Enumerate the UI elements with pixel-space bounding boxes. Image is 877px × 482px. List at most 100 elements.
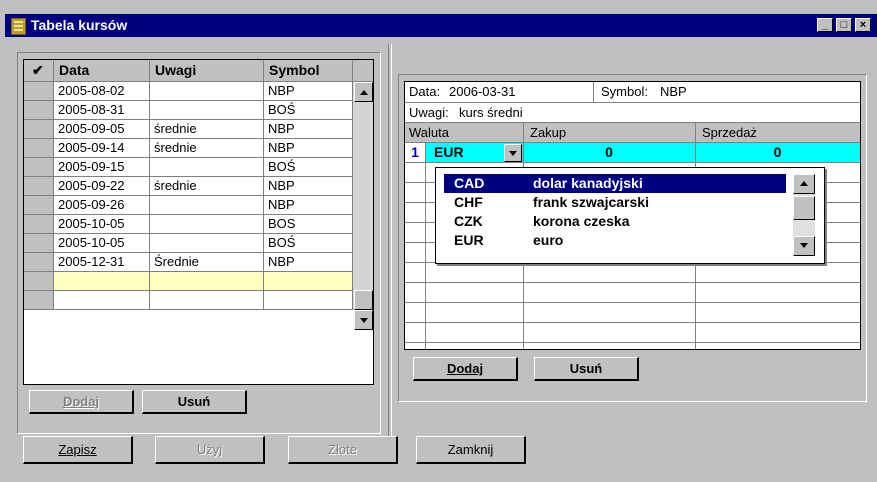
symbol-cell[interactable]: NBP [264, 120, 353, 139]
symbol-value[interactable]: NBP [660, 84, 687, 99]
date-cell[interactable]: 2005-09-15 [54, 158, 150, 177]
notes-cell[interactable] [150, 158, 264, 177]
empty-cell [150, 291, 264, 310]
table-row[interactable]: 2005-08-31 BOŚ [24, 101, 353, 120]
arrow-down-icon [800, 243, 808, 248]
zlote-button[interactable]: Złote [288, 436, 398, 464]
currency-dropdown-list[interactable]: CAD dolar kanadyjski CHF frank szwajcarski… [435, 167, 825, 264]
date-cell[interactable]: 2005-09-22 [54, 177, 150, 196]
notes-column-header[interactable]: Uwagi [150, 60, 264, 82]
save-button[interactable]: Zapisz [23, 436, 133, 464]
symbol-cell[interactable]: NBP [264, 196, 353, 215]
sell-column-header[interactable]: Sprzedaż [702, 125, 757, 140]
symbol-cell[interactable]: BOŚ [264, 101, 353, 120]
new-symbol-cell[interactable] [264, 272, 353, 291]
row-selector[interactable] [24, 253, 54, 272]
date-cell[interactable]: 2005-08-31 [54, 101, 150, 120]
add-currency-button[interactable]: Dodaj [413, 357, 518, 381]
notes-cell[interactable]: Średnie [150, 253, 264, 272]
row-selector[interactable] [24, 82, 54, 101]
symbol-column-header[interactable]: Symbol [264, 60, 353, 82]
dropdown-item[interactable]: CAD dolar kanadyjski [444, 174, 786, 193]
row-selector[interactable] [24, 101, 54, 120]
table-row[interactable]: 2005-09-14 średnie NBP [24, 139, 353, 158]
minimize-button[interactable]: _ [817, 18, 833, 32]
currency-combo-value[interactable]: EUR [434, 144, 464, 160]
dropdown-scroll-up[interactable] [793, 174, 815, 194]
row-selector[interactable] [24, 215, 54, 234]
new-date-cell[interactable] [54, 272, 150, 291]
row-selector[interactable] [24, 139, 54, 158]
empty-cell [264, 291, 353, 310]
notes-cell[interactable] [150, 101, 264, 120]
rates-grid-scrollbar[interactable] [353, 82, 373, 310]
notes-cell[interactable] [150, 234, 264, 253]
new-row[interactable] [24, 272, 353, 291]
date-cell[interactable]: 2005-10-05 [54, 234, 150, 253]
table-row[interactable]: 2005-09-22 średnie NBP [24, 177, 353, 196]
row-selector[interactable] [24, 196, 54, 215]
date-cell[interactable]: 2005-09-14 [54, 139, 150, 158]
maximize-button[interactable]: □ [836, 18, 852, 32]
symbol-cell[interactable]: NBP [264, 82, 353, 101]
table-row[interactable]: 2005-10-05 BOS [24, 215, 353, 234]
row-selector[interactable] [24, 177, 54, 196]
notes-cell[interactable]: średnie [150, 139, 264, 158]
new-notes-cell[interactable] [150, 272, 264, 291]
notes-cell[interactable] [150, 82, 264, 101]
add-rate-table-button[interactable]: Dodaj [29, 390, 134, 414]
table-row[interactable]: 2005-09-15 BOŚ [24, 158, 353, 177]
close-dialog-button[interactable]: Zamknij [416, 436, 526, 464]
date-cell[interactable]: 2005-12-31 [54, 253, 150, 272]
table-row[interactable]: 2005-08-02 NBP [24, 82, 353, 101]
dropdown-item[interactable]: CHF frank szwajcarski [444, 193, 786, 212]
date-column-header[interactable]: Data [54, 60, 150, 82]
currency-dropdown-button[interactable] [504, 144, 522, 162]
symbol-cell[interactable]: BOS [264, 215, 353, 234]
table-row[interactable]: 2005-12-31 Średnie NBP [24, 253, 353, 272]
selected-rate-row[interactable]: 1 EUR 0 0 [405, 143, 860, 163]
delete-rate-table-button[interactable]: Usuń [142, 390, 247, 414]
date-cell[interactable]: 2005-08-02 [54, 82, 150, 101]
dropdown-scroll-thumb[interactable] [793, 196, 815, 220]
row-selector[interactable] [24, 272, 54, 291]
date-cell[interactable]: 2005-09-26 [54, 196, 150, 215]
dropdown-scrollbar[interactable] [793, 174, 815, 256]
scroll-down-button[interactable] [354, 310, 373, 330]
date-cell[interactable]: 2005-09-05 [54, 120, 150, 139]
symbol-cell[interactable]: NBP [264, 139, 353, 158]
table-row[interactable]: 2005-10-05 BOŚ [24, 234, 353, 253]
close-button[interactable]: × [855, 18, 871, 32]
delete-currency-button[interactable]: Usuń [534, 357, 639, 381]
window-title: Tabela kursów [31, 17, 128, 33]
dropdown-scroll-down[interactable] [793, 236, 815, 256]
symbol-cell[interactable]: NBP [264, 253, 353, 272]
buy-column-header[interactable]: Zakup [530, 125, 566, 140]
sell-value[interactable]: 0 [695, 144, 860, 160]
row-selector[interactable] [24, 120, 54, 139]
notes-value[interactable]: kurs średni [459, 105, 523, 120]
row-selector[interactable] [24, 234, 54, 253]
notes-cell[interactable]: średnie [150, 177, 264, 196]
date-value[interactable]: 2006-03-31 [449, 84, 516, 99]
symbol-cell[interactable]: BOŚ [264, 234, 353, 253]
symbol-cell[interactable]: NBP [264, 177, 353, 196]
scroll-thumb[interactable] [354, 290, 373, 310]
notes-label: Uwagi: [409, 105, 449, 120]
buy-value[interactable]: 0 [523, 144, 695, 160]
row-selector[interactable] [24, 158, 54, 177]
dropdown-item[interactable]: CZK korona czeska [444, 212, 786, 231]
date-cell[interactable]: 2005-10-05 [54, 215, 150, 234]
rates-list-panel: ✔ Data Uwagi Symbol 2005-08-02 NBP 2005-0… [17, 52, 381, 434]
notes-cell[interactable]: średnie [150, 120, 264, 139]
table-row[interactable]: 2005-09-26 NBP [24, 196, 353, 215]
currency-column-header[interactable]: Waluta [409, 125, 449, 140]
table-row[interactable]: 2005-09-05 średnie NBP [24, 120, 353, 139]
notes-cell[interactable] [150, 215, 264, 234]
use-button[interactable]: Użyj [155, 436, 265, 464]
notes-cell[interactable] [150, 196, 264, 215]
app-icon [11, 18, 26, 35]
scroll-up-button[interactable] [354, 82, 373, 102]
dropdown-item[interactable]: EUR euro [444, 231, 786, 250]
symbol-cell[interactable]: BOŚ [264, 158, 353, 177]
